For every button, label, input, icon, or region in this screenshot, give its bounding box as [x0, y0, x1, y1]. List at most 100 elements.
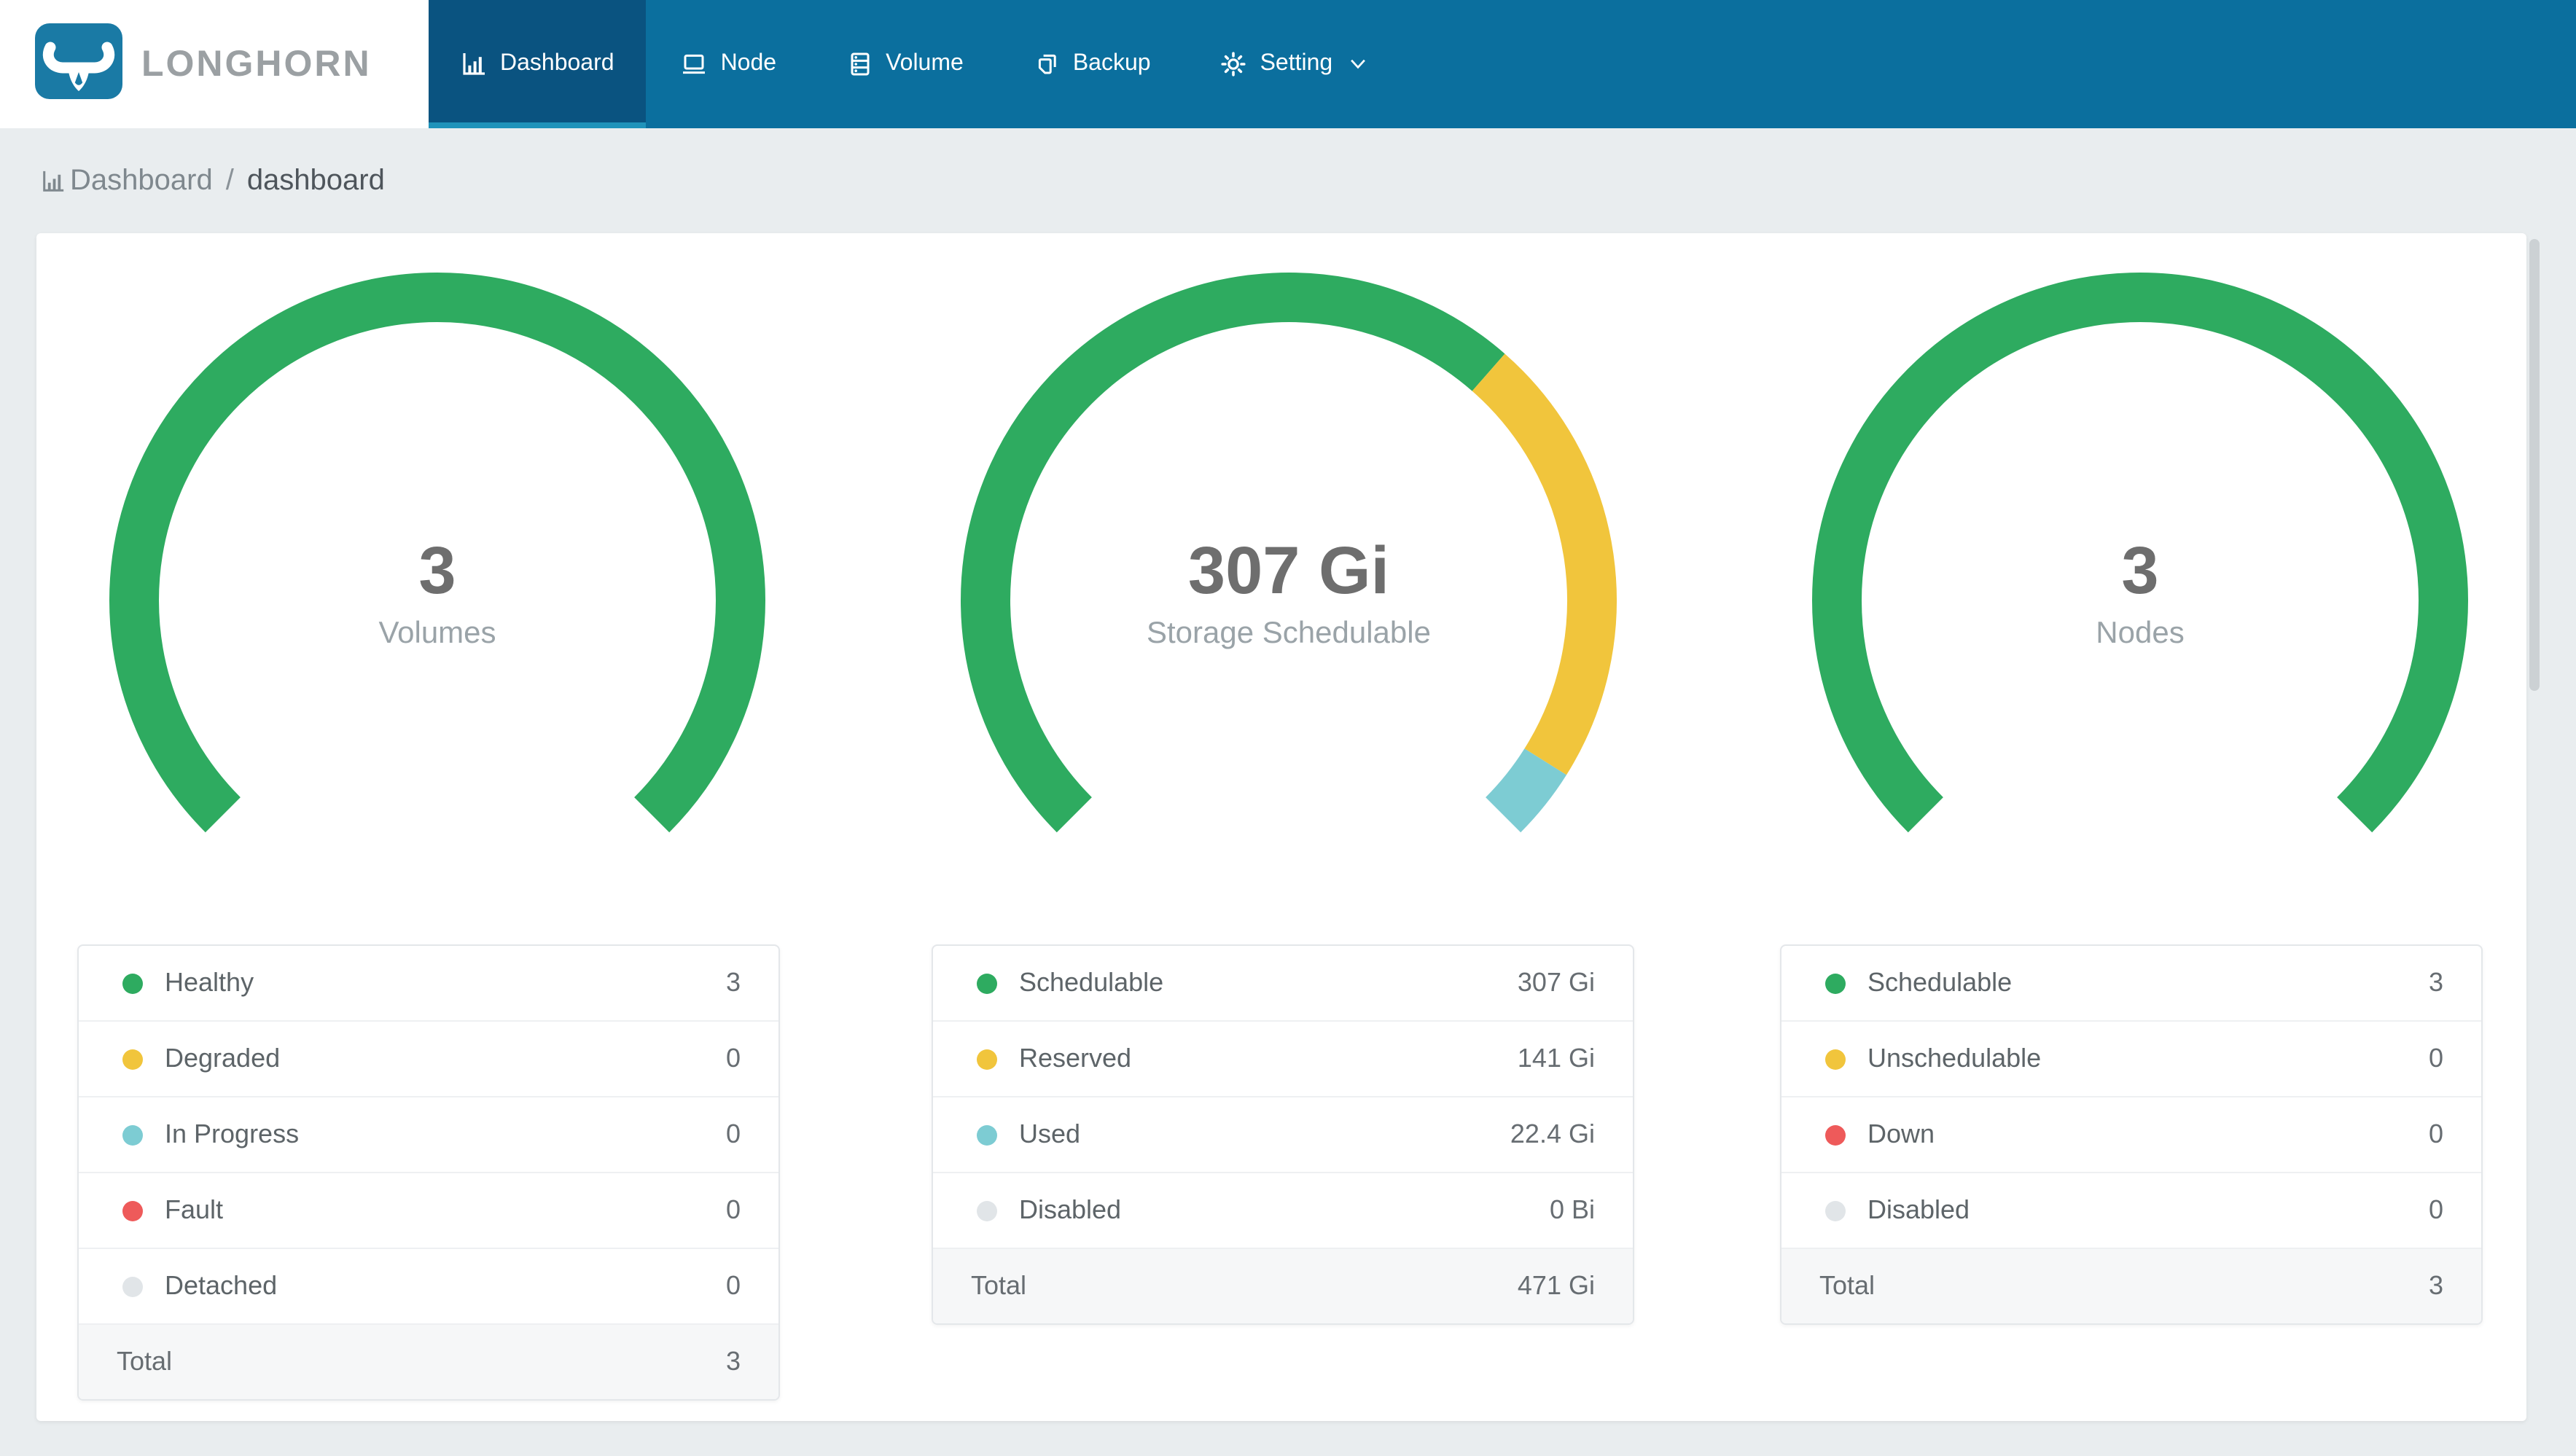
breadcrumb-separator: /: [225, 164, 234, 196]
laptop-icon: [682, 51, 708, 77]
legend-row-unschedulable: Unschedulable 0: [1781, 1022, 2481, 1097]
total-label: Total: [117, 1347, 173, 1376]
gauge-center-label: Storage Schedulable: [1147, 617, 1431, 650]
breadcrumb-current: dashboard: [246, 164, 385, 196]
legend-table-volumes: Healthy 3 Degraded 0 In Progress 0 Fault…: [77, 944, 780, 1401]
legend-value: 307 Gi: [1517, 968, 1595, 997]
brand[interactable]: LONGHORN: [0, 0, 429, 128]
database-icon: [846, 51, 873, 77]
status-dot: [1825, 973, 1846, 993]
gauge-center-value: 307 Gi: [1187, 532, 1390, 608]
nav-menu: Dashboard Node Volume Backup Setting: [429, 0, 1402, 128]
legend-row-healthy: Healthy 3: [79, 946, 778, 1022]
gauge-center-label: Nodes: [2096, 617, 2185, 650]
gauge-center-value: 3: [418, 532, 456, 608]
gauge-storage-schedulable: 307 Gi Storage Schedulable: [946, 258, 1631, 943]
legend-table-nodes: Schedulable 3 Unschedulable 0 Down 0 Dis…: [1780, 944, 2483, 1325]
status-dot: [977, 973, 997, 993]
status-dot: [977, 1049, 997, 1069]
brand-name: LONGHORN: [141, 43, 372, 84]
scrollbar-thumb[interactable]: [2529, 239, 2540, 691]
status-dot: [122, 1124, 143, 1145]
legend-label: Reserved: [1019, 1044, 1132, 1073]
legend-value: 0: [725, 1119, 741, 1148]
nav-item-backup[interactable]: Backup: [999, 0, 1186, 128]
legend-row-degraded: Degraded 0: [79, 1022, 778, 1097]
breadcrumb-root[interactable]: Dashboard: [70, 164, 213, 197]
legend-label: Disabled: [1019, 1195, 1122, 1224]
gauge-volumes: 3 Volumes: [95, 258, 780, 943]
gauge-center-label: Volumes: [378, 617, 496, 650]
legend-row-detached: Detached 0: [79, 1249, 778, 1325]
legend-total-row: Total 3: [79, 1325, 778, 1399]
legend-value: 0: [2428, 1044, 2443, 1073]
legend-row-used: Used 22.4 Gi: [933, 1097, 1633, 1173]
legend-label: Down: [1867, 1119, 1935, 1148]
legend-label: Detached: [165, 1271, 278, 1300]
bar-chart-icon: [461, 51, 487, 77]
gear-icon: [1221, 51, 1247, 77]
legend-row-down: Down 0: [1781, 1097, 2481, 1173]
status-dot: [977, 1200, 997, 1221]
nav-item-volume[interactable]: Volume: [811, 0, 999, 128]
legend-label: Degraded: [165, 1044, 281, 1073]
legend-total-row: Total 3: [1781, 1249, 2481, 1323]
legend-value: 0: [2428, 1119, 2443, 1148]
longhorn-logo-icon: [35, 23, 122, 106]
total-value: 471 Gi: [1517, 1271, 1595, 1300]
legend-label: Used: [1019, 1119, 1081, 1148]
legend-table-storage: Schedulable 307 Gi Reserved 141 Gi Used …: [932, 944, 1634, 1325]
copy-icon: [1034, 51, 1060, 77]
status-dot: [977, 1124, 997, 1145]
nav-item-label: Volume: [886, 51, 964, 76]
legend-value: 0: [725, 1195, 741, 1224]
legend-value: 141 Gi: [1517, 1044, 1595, 1073]
legend-value: 0: [725, 1044, 741, 1073]
legend-row-disabled: Disabled 0: [1781, 1173, 2481, 1249]
legend-value: 3: [725, 968, 741, 997]
legend-row-schedulable: Schedulable 3: [1781, 946, 2481, 1022]
longhorn-dashboard-app: LONGHORN Dashboard Node Volume Backup Se…: [0, 0, 2576, 1456]
status-dot: [1825, 1049, 1846, 1069]
legend-row-reserved: Reserved 141 Gi: [933, 1022, 1633, 1097]
legend-value: 22.4 Gi: [1510, 1119, 1595, 1148]
legend-row-disabled: Disabled 0 Bi: [933, 1173, 1633, 1249]
legend-value: 3: [2428, 968, 2443, 997]
legend-row-in-progress: In Progress 0: [79, 1097, 778, 1173]
legend-row-schedulable: Schedulable 307 Gi: [933, 946, 1633, 1022]
legend-label: Fault: [165, 1195, 224, 1224]
legend-label: Disabled: [1867, 1195, 1970, 1224]
gauge-segment-used: [1485, 748, 1567, 833]
legend-label: In Progress: [165, 1119, 300, 1148]
dashboard-card: 3 Volumes 307 Gi Storage Schedulable 3 N…: [36, 233, 2526, 1421]
bar-chart-icon: [41, 168, 66, 193]
legend-value: 0: [2428, 1195, 2443, 1224]
nav-item-dashboard[interactable]: Dashboard: [429, 0, 647, 128]
status-dot: [122, 1200, 143, 1221]
nav-item-label: Backup: [1072, 51, 1151, 76]
status-dot: [122, 1276, 143, 1296]
legend-label: Schedulable: [1867, 968, 2013, 997]
nav-item-setting[interactable]: Setting: [1186, 0, 1403, 128]
total-label: Total: [1819, 1271, 1876, 1300]
status-dot: [122, 973, 143, 993]
status-dot: [122, 1049, 143, 1069]
nav-item-node[interactable]: Node: [647, 0, 812, 128]
status-dot: [1825, 1124, 1846, 1145]
nav-item-label: Dashboard: [500, 51, 614, 76]
caret-down-icon: [1349, 58, 1367, 70]
legend-row-fault: Fault 0: [79, 1173, 778, 1249]
total-label: Total: [971, 1271, 1027, 1300]
total-value: 3: [725, 1347, 741, 1376]
nav-item-label: Setting: [1260, 51, 1333, 76]
gauge-center-value: 3: [2121, 532, 2159, 608]
nav-item-label: Node: [720, 51, 777, 76]
legend-label: Healthy: [165, 968, 254, 997]
legend-value: 0: [725, 1271, 741, 1300]
status-dot: [1825, 1200, 1846, 1221]
legend-label: Unschedulable: [1867, 1044, 2042, 1073]
legend-label: Schedulable: [1019, 968, 1164, 997]
legend-value: 0 Bi: [1549, 1195, 1595, 1224]
total-value: 3: [2428, 1271, 2443, 1300]
gauge-nodes: 3 Nodes: [1798, 258, 2483, 943]
